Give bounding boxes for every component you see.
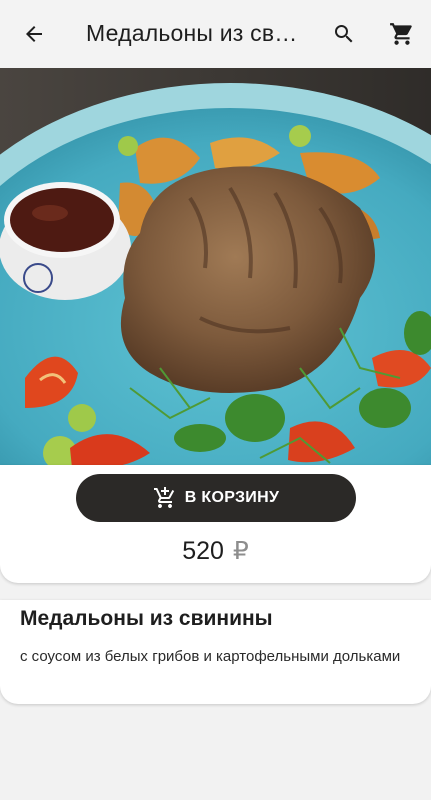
- shopping-cart-icon: [390, 23, 412, 45]
- cart-button[interactable]: [384, 16, 420, 52]
- product-image: [0, 68, 431, 496]
- product-name: Медальоны из свинины: [20, 607, 273, 630]
- price-value: 520: [182, 537, 224, 565]
- currency-symbol: ₽: [232, 537, 249, 565]
- page-title: Медальоны из свинины: [86, 20, 298, 46]
- app-bar: Медальоны из свинины: [0, 0, 431, 68]
- price: 520 ₽: [0, 536, 431, 566]
- add-shopping-cart-icon: [153, 487, 174, 508]
- add-to-cart-label: В КОРЗИНУ: [184, 489, 280, 506]
- back-button[interactable]: [14, 16, 54, 52]
- product-photo: [0, 68, 431, 496]
- search-icon: [335, 25, 353, 43]
- add-to-cart-button[interactable]: В КОРЗИНУ: [76, 474, 356, 522]
- search-button[interactable]: [326, 16, 362, 52]
- arrow-back-icon: [26, 26, 42, 42]
- product-description: с соусом из белых грибов и картофельными…: [20, 648, 401, 665]
